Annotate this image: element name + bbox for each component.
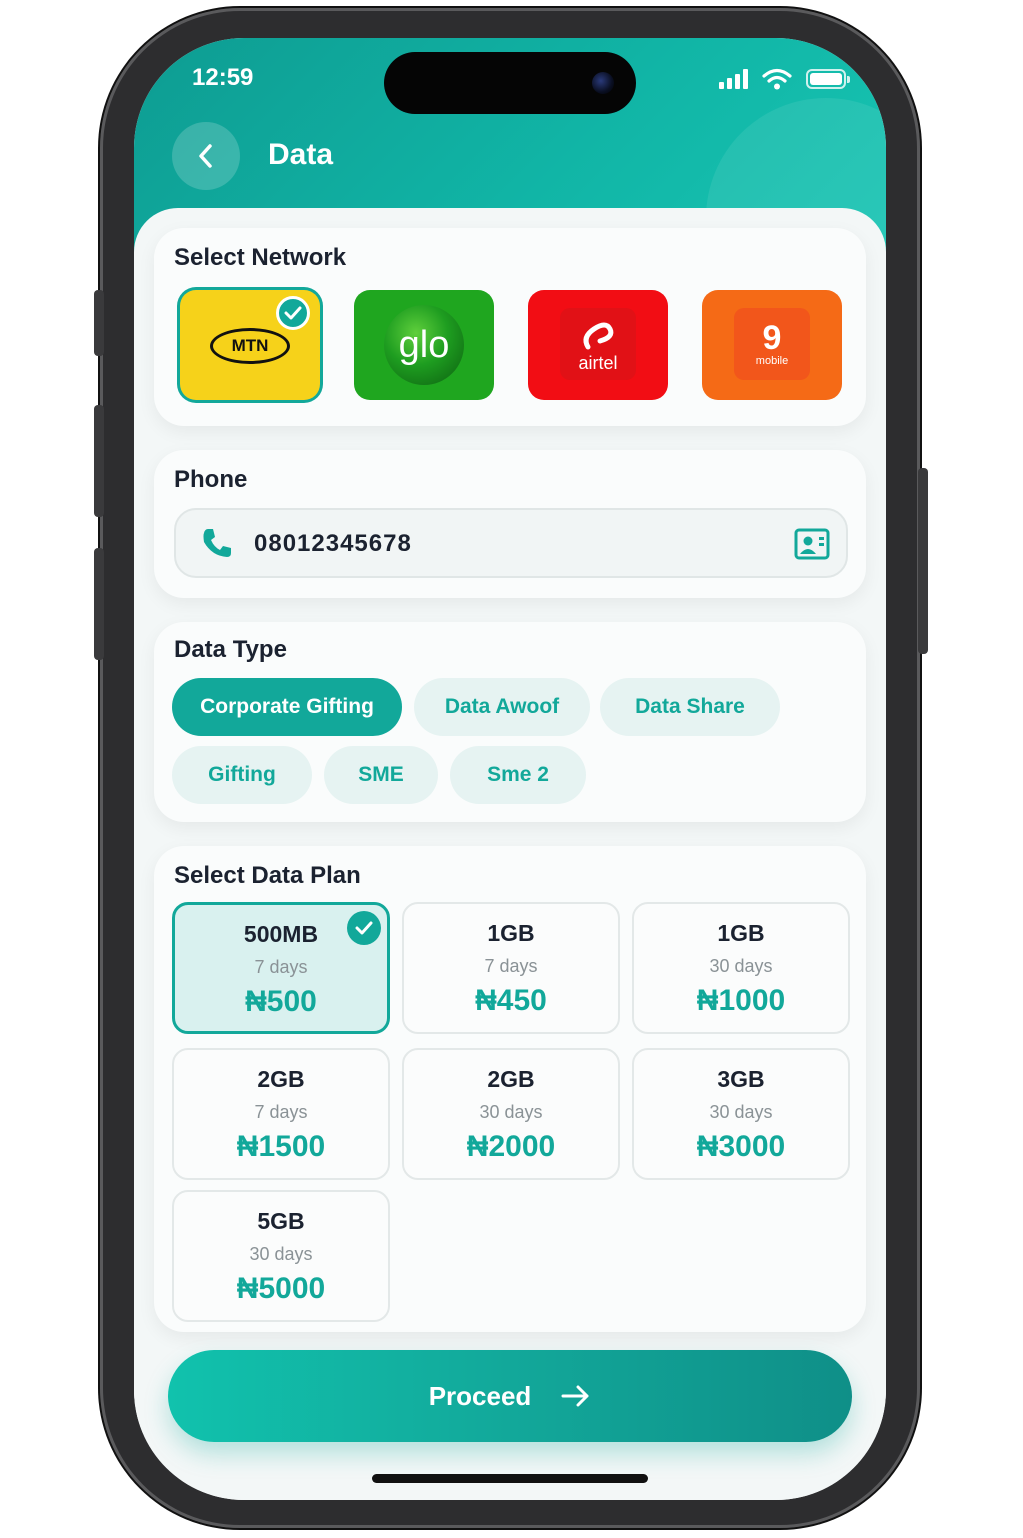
plan-card[interactable]: 500MB 7 days ₦500 — [172, 902, 390, 1034]
chip-data-share[interactable]: Data Share — [600, 678, 780, 736]
plan-card[interactable]: 5GB 30 days ₦5000 — [172, 1190, 390, 1322]
phone-icon — [203, 529, 231, 557]
page-title: Data — [268, 138, 334, 171]
arrow-right-icon — [561, 1385, 589, 1407]
network-option-airtel[interactable]: airtel — [528, 290, 668, 400]
volume-down-button — [94, 548, 104, 660]
phone-card: Phone 08012345678 — [154, 450, 866, 598]
glo-logo: glo — [384, 305, 464, 385]
chip-sme[interactable]: SME — [324, 746, 438, 804]
network-option-9mobile[interactable]: 9 mobile — [702, 290, 842, 400]
contacts-icon[interactable] — [794, 528, 830, 560]
chip-sme-2[interactable]: Sme 2 — [450, 746, 586, 804]
proceed-label: Proceed — [428, 1380, 532, 1411]
plan-card[interactable]: 3GB 30 days ₦3000 — [632, 1048, 850, 1180]
data-plan-section-title: Select Data Plan — [174, 862, 361, 889]
camera-icon — [592, 72, 614, 94]
cellular-signal-icon — [719, 69, 748, 89]
status-icons — [719, 68, 850, 90]
airtel-swirl-icon — [583, 322, 614, 350]
status-time: 12:59 — [192, 64, 254, 91]
chevron-left-icon — [199, 144, 212, 168]
battery-icon — [806, 69, 850, 89]
phone-input[interactable]: 08012345678 — [174, 508, 848, 578]
proceed-button[interactable]: Proceed — [168, 1350, 852, 1442]
dynamic-island — [384, 52, 636, 114]
phone-section-title: Phone — [174, 466, 248, 493]
wifi-icon — [762, 68, 792, 90]
9mobile-logo: 9 mobile — [734, 308, 810, 380]
network-card: Select Network MTN glo airtel 9 mobile — [154, 228, 866, 426]
data-plan-card: Select Data Plan 500MB 7 days ₦500 1GB 7… — [154, 846, 866, 1332]
power-button — [918, 468, 928, 654]
chip-gifting[interactable]: Gifting — [172, 746, 312, 804]
network-option-glo[interactable]: glo — [354, 290, 494, 400]
selected-check-icon — [276, 296, 310, 330]
content-panel: Select Network MTN glo airtel 9 mobile P… — [134, 208, 886, 1500]
home-indicator[interactable] — [372, 1474, 648, 1483]
mtn-logo: MTN — [210, 328, 290, 364]
chip-corporate-gifting[interactable]: Corporate Gifting — [172, 678, 402, 736]
plan-card[interactable]: 1GB 30 days ₦1000 — [632, 902, 850, 1034]
volume-up-button — [94, 405, 104, 517]
selected-check-icon — [347, 911, 381, 945]
airtel-logo: airtel — [560, 308, 636, 380]
plan-card[interactable]: 2GB 30 days ₦2000 — [402, 1048, 620, 1180]
back-button[interactable] — [172, 122, 240, 190]
network-section-title: Select Network — [174, 244, 347, 271]
phone-number-value: 08012345678 — [254, 530, 412, 557]
plan-card[interactable]: 1GB 7 days ₦450 — [402, 902, 620, 1034]
mute-switch — [94, 290, 104, 356]
data-type-card: Data Type Corporate Gifting Data Awoof D… — [154, 622, 866, 822]
chip-data-awoof[interactable]: Data Awoof — [414, 678, 590, 736]
plan-card[interactable]: 2GB 7 days ₦1500 — [172, 1048, 390, 1180]
data-type-section-title: Data Type — [174, 636, 287, 663]
app-screen: 12:59 Data Select Network MTN glo airtel… — [134, 38, 886, 1500]
